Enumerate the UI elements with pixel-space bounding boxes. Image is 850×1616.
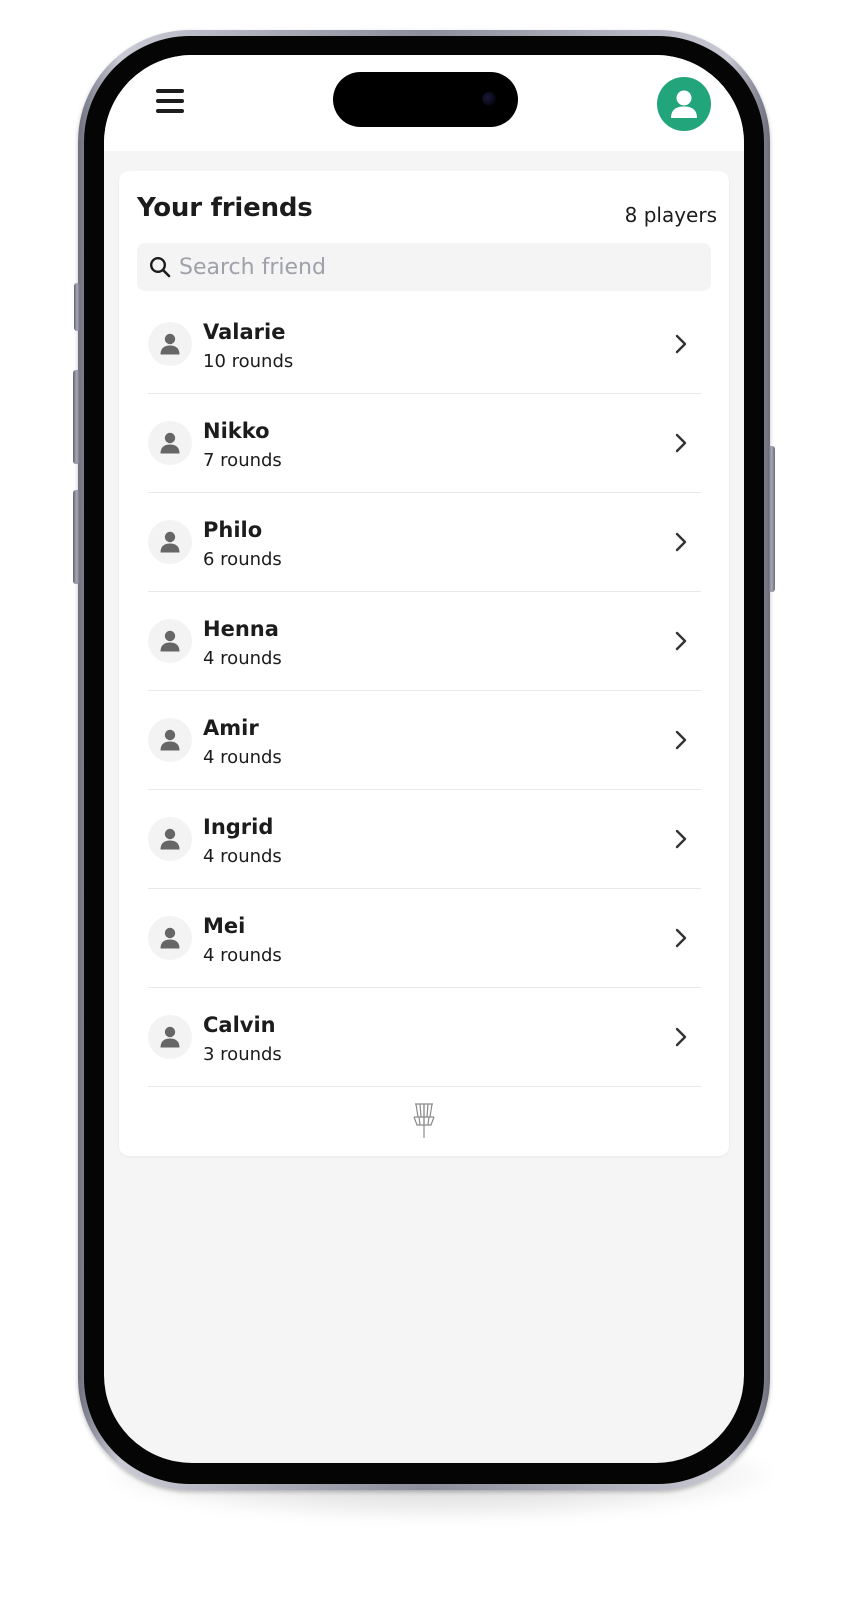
profile-button[interactable] xyxy=(657,77,711,131)
avatar xyxy=(148,421,192,465)
avatar xyxy=(148,916,192,960)
app-header xyxy=(104,55,744,151)
friend-rounds: 10 rounds xyxy=(203,351,294,372)
avatar xyxy=(148,1015,192,1059)
user-icon xyxy=(160,828,180,850)
action-button xyxy=(74,283,80,331)
phone-screen: Your friends 8 players Va xyxy=(104,55,744,1463)
chevron-right-icon xyxy=(675,631,687,651)
friend-rounds: 4 rounds xyxy=(203,945,282,966)
friend-name: Ingrid xyxy=(203,815,274,839)
user-icon xyxy=(160,531,180,553)
chevron-right-icon xyxy=(675,334,687,354)
friend-rounds: 3 rounds xyxy=(203,1044,282,1065)
search-input[interactable] xyxy=(179,243,699,291)
friend-row[interactable]: Mei 4 rounds xyxy=(148,889,701,988)
user-icon xyxy=(671,90,697,118)
user-icon xyxy=(160,333,180,355)
friend-row[interactable]: Nikko 7 rounds xyxy=(148,394,701,493)
friend-rounds: 7 rounds xyxy=(203,450,282,471)
user-icon xyxy=(160,1026,180,1048)
user-icon xyxy=(160,630,180,652)
chevron-right-icon xyxy=(675,532,687,552)
friend-rounds: 4 rounds xyxy=(203,648,282,669)
avatar xyxy=(148,322,192,366)
chevron-right-icon xyxy=(675,433,687,453)
dynamic-island xyxy=(333,72,518,127)
friend-list: Valarie 10 rounds Nikko 7 rounds Philo 6… xyxy=(148,295,701,1087)
disc-golf-basket-icon xyxy=(413,1103,435,1138)
volume-up-button xyxy=(73,370,80,464)
friend-name: Philo xyxy=(203,518,263,542)
friend-row[interactable]: Ingrid 4 rounds xyxy=(148,790,701,889)
friend-row[interactable]: Philo 6 rounds xyxy=(148,493,701,592)
avatar xyxy=(148,619,192,663)
user-icon xyxy=(160,729,180,751)
chevron-right-icon xyxy=(675,730,687,750)
avatar xyxy=(148,520,192,564)
chevron-right-icon xyxy=(675,928,687,948)
friend-row[interactable]: Henna 4 rounds xyxy=(148,592,701,691)
friend-name: Henna xyxy=(203,617,279,641)
page-title: Your friends xyxy=(137,193,313,223)
volume-down-button xyxy=(73,490,80,584)
friend-name: Valarie xyxy=(203,320,286,344)
power-button xyxy=(768,446,775,592)
friend-name: Calvin xyxy=(203,1013,276,1037)
player-count: 8 players xyxy=(624,203,717,227)
friend-name: Nikko xyxy=(203,419,270,443)
friend-rounds: 6 rounds xyxy=(203,549,282,570)
chevron-right-icon xyxy=(675,829,687,849)
friend-name: Amir xyxy=(203,716,259,740)
search-bar[interactable] xyxy=(137,243,711,291)
friend-name: Mei xyxy=(203,914,246,938)
friends-card: Your friends 8 players Va xyxy=(119,171,729,1156)
user-icon xyxy=(160,927,180,949)
friend-row[interactable]: Calvin 3 rounds xyxy=(148,988,701,1087)
hamburger-menu-icon[interactable] xyxy=(156,89,184,113)
camera-lens xyxy=(482,92,496,106)
chevron-right-icon xyxy=(675,1027,687,1047)
friend-rounds: 4 rounds xyxy=(203,846,282,867)
friend-rounds: 4 rounds xyxy=(203,747,282,768)
search-icon xyxy=(149,256,171,278)
avatar xyxy=(148,817,192,861)
device-mockup: Your friends 8 players Va xyxy=(0,0,850,1616)
friend-row[interactable]: Amir 4 rounds xyxy=(148,691,701,790)
user-icon xyxy=(160,432,180,454)
friend-row[interactable]: Valarie 10 rounds xyxy=(148,295,701,394)
avatar xyxy=(148,718,192,762)
